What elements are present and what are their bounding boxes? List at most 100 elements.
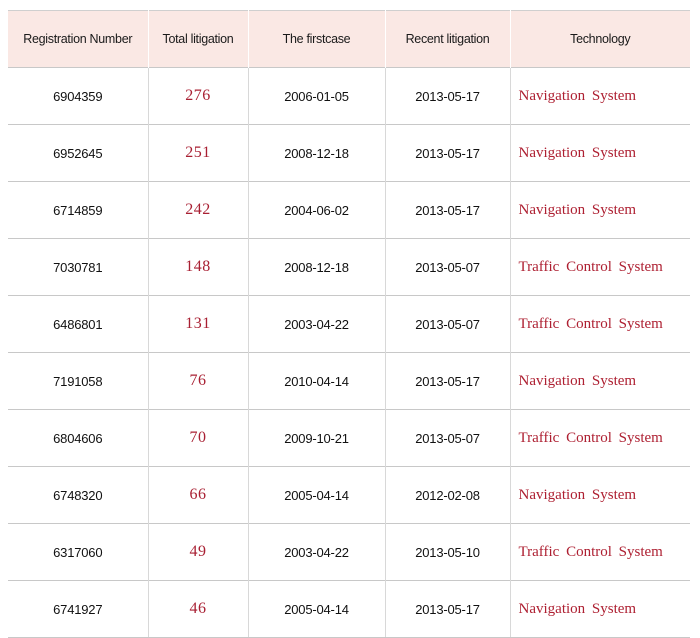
column-header-technology[interactable]: Technology	[510, 10, 690, 68]
cell-recent-litigation: 2012-02-08	[385, 466, 511, 524]
cell-recent-litigation: 2013-05-17	[385, 67, 511, 125]
cell-first-case: 2008-12-18	[248, 238, 386, 296]
table-row[interactable]: 7030781 148 2008-12-18 2013-05-07 Traffic Co…	[8, 238, 690, 296]
cell-recent-litigation: 2013-05-07	[385, 238, 511, 296]
cell-recent-litigation-text: 2013-05-17	[415, 202, 480, 218]
patent-litigation-table: Registration Number Total litigation The…	[8, 10, 690, 638]
cell-recent-litigation: 2013-05-07	[385, 409, 511, 467]
cell-technology-text: Navigation System	[518, 201, 637, 218]
cell-technology-text: Navigation System	[518, 87, 637, 104]
cell-recent-litigation-text: 2013-05-17	[415, 601, 480, 617]
column-header-recent-litigation[interactable]: Recent litigation	[385, 10, 511, 68]
cell-recent-litigation: 2013-05-10	[385, 523, 511, 581]
cell-first-case-text: 2008-12-18	[284, 145, 349, 161]
table-row[interactable]: 6741927 46 2005-04-14 2013-05-17 Navigation …	[8, 580, 690, 638]
column-header-total-litigation[interactable]: Total litigation	[148, 10, 249, 68]
cell-technology-text: Navigation System	[518, 600, 637, 617]
cell-technology: Traffic Control System	[510, 409, 690, 467]
cell-recent-litigation-text: 2013-05-07	[415, 259, 480, 275]
table-row[interactable]: 7191058 76 2010-04-14 2013-05-17 Navigation …	[8, 352, 690, 410]
cell-registration-number-text: 6741927	[53, 601, 103, 617]
cell-registration-number-text: 6486801	[53, 316, 103, 332]
cell-registration-number-text: 7030781	[53, 259, 103, 275]
table-body: 6904359 276 2006-01-05 2013-05-17 Navigation…	[8, 67, 690, 638]
cell-first-case: 2003-04-22	[248, 295, 386, 353]
cell-registration-number-text: 6804606	[53, 430, 103, 446]
table-row[interactable]: 6804606 70 2009-10-21 2013-05-07 Traffic Con…	[8, 409, 690, 467]
table-header-row: Registration Number Total litigation The…	[8, 10, 690, 68]
cell-total-litigation-text: 70	[189, 429, 207, 446]
patent-litigation-table-container: Registration Number Total litigation The…	[8, 10, 690, 638]
cell-registration-number-text: 6952645	[53, 145, 103, 161]
cell-registration-number: 7030781	[8, 238, 149, 296]
cell-technology: Navigation System	[510, 181, 690, 239]
cell-technology-text: Traffic Control System	[518, 429, 663, 446]
cell-technology-text: Navigation System	[518, 144, 637, 161]
cell-technology-text: Traffic Control System	[518, 258, 663, 275]
cell-recent-litigation-text: 2013-05-17	[415, 145, 480, 161]
cell-technology: Traffic Control System	[510, 238, 690, 296]
cell-technology: Traffic Control System	[510, 523, 690, 581]
cell-first-case-text: 2005-04-14	[284, 487, 349, 503]
cell-total-litigation-text: 66	[189, 486, 207, 503]
column-header-first-case[interactable]: The firstcase	[248, 10, 386, 68]
cell-recent-litigation-text: 2013-05-07	[415, 430, 480, 446]
cell-total-litigation: 276	[148, 67, 249, 125]
cell-registration-number-text: 6714859	[53, 202, 103, 218]
table-row[interactable]: 6714859 242 2004-06-02 2013-05-17 Navigation…	[8, 181, 690, 239]
cell-first-case: 2009-10-21	[248, 409, 386, 467]
cell-registration-number: 6748320	[8, 466, 149, 524]
cell-recent-litigation-text: 2013-05-17	[415, 373, 480, 389]
cell-total-litigation: 46	[148, 580, 249, 638]
cell-technology: Traffic Control System	[510, 295, 690, 353]
cell-technology-text: Traffic Control System	[518, 543, 663, 560]
cell-total-litigation: 242	[148, 181, 249, 239]
cell-total-litigation-text: 148	[185, 258, 211, 275]
cell-recent-litigation: 2013-05-17	[385, 580, 511, 638]
cell-first-case-text: 2009-10-21	[284, 430, 349, 446]
cell-total-litigation-text: 242	[185, 201, 211, 218]
column-header-registration-number[interactable]: Registration Number	[8, 10, 149, 68]
cell-registration-number-text: 7191058	[53, 373, 103, 389]
cell-total-litigation: 76	[148, 352, 249, 410]
cell-registration-number-text: 6317060	[53, 544, 103, 560]
cell-total-litigation: 148	[148, 238, 249, 296]
table-row[interactable]: 6904359 276 2006-01-05 2013-05-17 Navigation…	[8, 67, 690, 125]
cell-registration-number: 7191058	[8, 352, 149, 410]
cell-total-litigation-text: 46	[189, 600, 207, 617]
cell-total-litigation: 66	[148, 466, 249, 524]
cell-recent-litigation: 2013-05-07	[385, 295, 511, 353]
cell-recent-litigation: 2013-05-17	[385, 181, 511, 239]
cell-total-litigation-text: 251	[185, 144, 211, 161]
cell-registration-number-text: 6748320	[53, 487, 103, 503]
cell-first-case: 2005-04-14	[248, 466, 386, 524]
table-row[interactable]: 6952645 251 2008-12-18 2013-05-17 Navigation…	[8, 124, 690, 182]
cell-total-litigation: 70	[148, 409, 249, 467]
cell-technology: Navigation System	[510, 580, 690, 638]
table-row[interactable]: 6317060 49 2003-04-22 2013-05-10 Traffic Con…	[8, 523, 690, 581]
cell-total-litigation: 49	[148, 523, 249, 581]
cell-first-case-text: 2008-12-18	[284, 259, 349, 275]
cell-technology: Navigation System	[510, 124, 690, 182]
cell-recent-litigation-text: 2013-05-07	[415, 316, 480, 332]
cell-registration-number: 6741927	[8, 580, 149, 638]
cell-technology: Navigation System	[510, 352, 690, 410]
table-row[interactable]: 6748320 66 2005-04-14 2012-02-08 Navigation …	[8, 466, 690, 524]
cell-technology-text: Traffic Control System	[518, 315, 663, 332]
cell-first-case: 2010-04-14	[248, 352, 386, 410]
cell-first-case-text: 2003-04-22	[284, 316, 349, 332]
cell-first-case-text: 2003-04-22	[284, 544, 349, 560]
cell-technology: Navigation System	[510, 67, 690, 125]
cell-first-case: 2004-06-02	[248, 181, 386, 239]
cell-first-case-text: 2010-04-14	[284, 373, 349, 389]
table-row[interactable]: 6486801 131 2003-04-22 2013-05-07 Traffic Co…	[8, 295, 690, 353]
cell-registration-number: 6804606	[8, 409, 149, 467]
cell-registration-number-text: 6904359	[53, 88, 103, 104]
cell-recent-litigation: 2013-05-17	[385, 352, 511, 410]
cell-total-litigation: 131	[148, 295, 249, 353]
cell-technology-text: Navigation System	[518, 486, 637, 503]
cell-registration-number: 6486801	[8, 295, 149, 353]
cell-first-case: 2005-04-14	[248, 580, 386, 638]
cell-first-case-text: 2004-06-02	[284, 202, 349, 218]
cell-registration-number: 6904359	[8, 67, 149, 125]
